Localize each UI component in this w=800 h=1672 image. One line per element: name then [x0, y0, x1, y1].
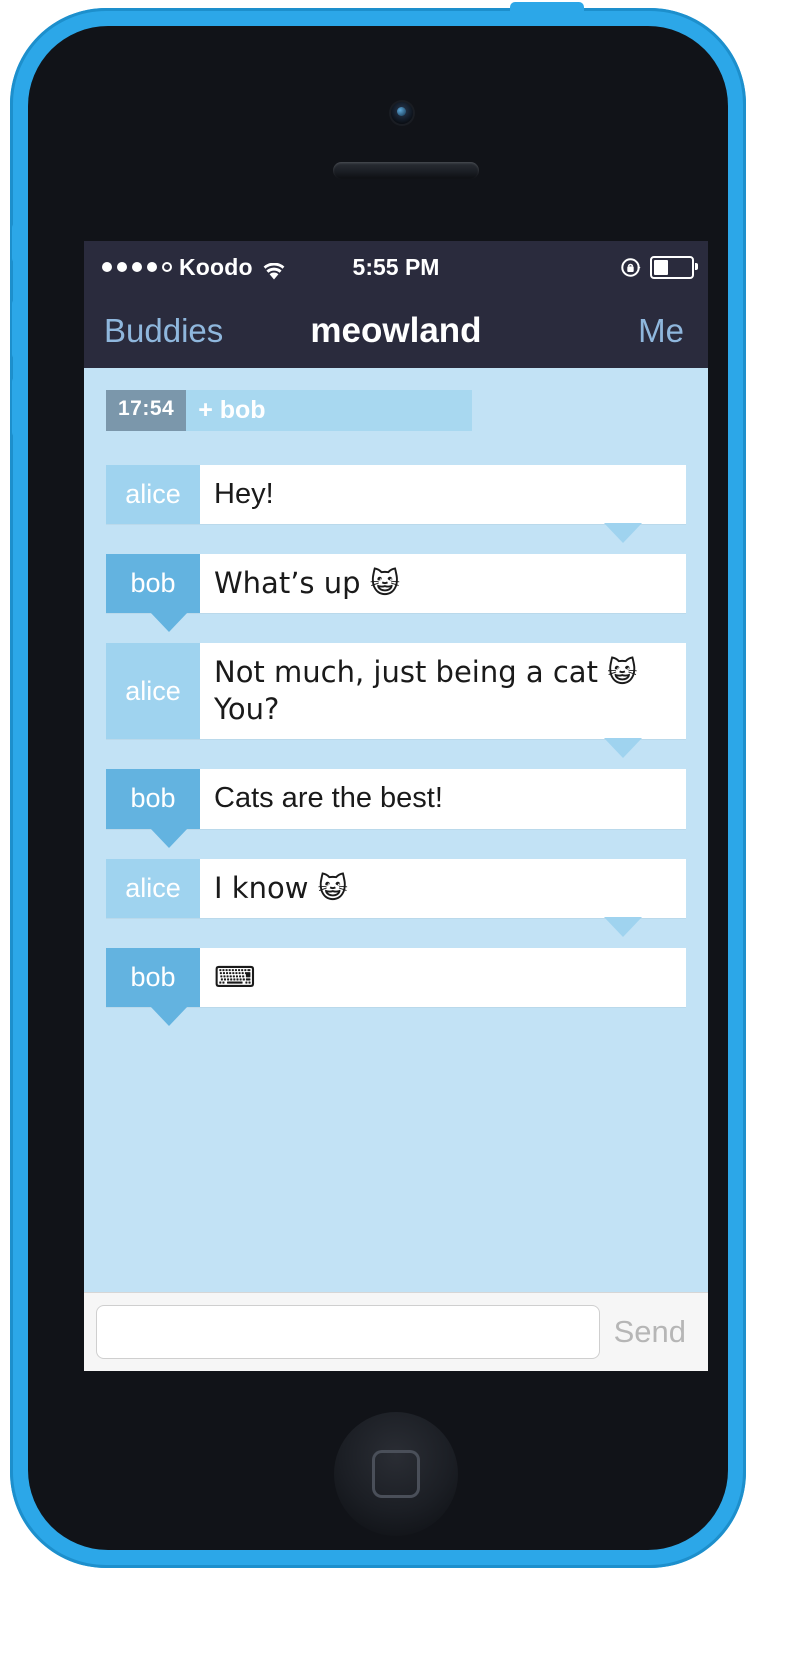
navigation-bar: Buddies meowland Me [84, 293, 708, 368]
status-bar-right [620, 255, 698, 279]
conversation-list[interactable]: 17:54 + bob alice Hey! bob What’s up 😺 a… [84, 368, 708, 1293]
message-bubble[interactable]: bob ⌨ [106, 947, 686, 1026]
message-bubble[interactable]: alice I know 😺 [106, 858, 686, 937]
power-button[interactable] [510, 2, 584, 16]
message-sender: bob [106, 554, 200, 614]
message-bubble[interactable]: bob What’s up 😺 [106, 554, 686, 633]
message-text: What’s up 😺 [214, 566, 400, 601]
clock-label: 5:55 PM [352, 253, 440, 280]
message-row[interactable]: alice I know 😺 [84, 858, 708, 937]
bubble-tail [150, 1005, 188, 1026]
message-sender: bob [106, 947, 200, 1007]
volume-down-button[interactable] [12, 376, 24, 438]
message-input-bar: Send [84, 1292, 708, 1371]
phone-screen: Koodo 5:55 PM Buddies meowland Me 17:54 … [84, 241, 708, 1371]
message-row[interactable]: alice Not much, just being a cat 😺 You? [84, 643, 708, 759]
earpiece-speaker [333, 162, 479, 179]
phone-bezel: Koodo 5:55 PM Buddies meowland Me 17:54 … [28, 26, 728, 1550]
status-bar: Koodo 5:55 PM [84, 241, 708, 293]
message-text: Not much, just being a cat 😺 You? [214, 655, 638, 727]
join-event-row: 17:54 + bob [84, 390, 708, 431]
page-title: meowland [310, 310, 482, 350]
message-row[interactable]: bob ⌨ [84, 947, 708, 1026]
message-sender: bob [106, 769, 200, 829]
join-event-bar: 17:54 + bob [106, 390, 472, 431]
me-button[interactable]: Me [638, 312, 684, 350]
home-button-square-icon [372, 1450, 420, 1498]
message-sender: alice [106, 465, 200, 525]
message-bubble[interactable]: alice Not much, just being a cat 😺 You? [106, 643, 686, 759]
message-text: Hey! [214, 478, 274, 510]
message-sender: alice [106, 643, 200, 740]
send-button[interactable]: Send [608, 1314, 696, 1350]
bubble-tail [604, 738, 642, 759]
message-text: Cats are the best! [214, 782, 443, 815]
rotation-lock-icon [620, 257, 641, 278]
volume-up-button[interactable] [12, 298, 24, 360]
home-button[interactable] [334, 1412, 458, 1536]
join-event-time: 17:54 [106, 390, 187, 431]
message-sender: alice [106, 858, 200, 918]
bubble-tail [604, 523, 642, 544]
message-row[interactable]: bob Cats are the best! [84, 769, 708, 848]
message-row[interactable]: bob What’s up 😺 [84, 554, 708, 633]
front-camera-icon [391, 102, 413, 124]
message-input[interactable] [96, 1305, 600, 1359]
message-bubble[interactable]: bob Cats are the best! [106, 769, 686, 848]
bubble-tail [150, 612, 188, 633]
mute-switch[interactable] [12, 222, 24, 264]
join-event-text: + bob [198, 396, 266, 424]
phone-device: Koodo 5:55 PM Buddies meowland Me 17:54 … [10, 2, 746, 1568]
bubble-tail [604, 916, 642, 937]
message-row[interactable]: alice Hey! [84, 465, 708, 544]
bubble-tail [150, 827, 188, 848]
message-bubble[interactable]: alice Hey! [106, 465, 686, 544]
message-text: ⌨ [214, 959, 256, 994]
message-text: I know 😺 [214, 870, 348, 905]
battery-icon [650, 255, 698, 279]
